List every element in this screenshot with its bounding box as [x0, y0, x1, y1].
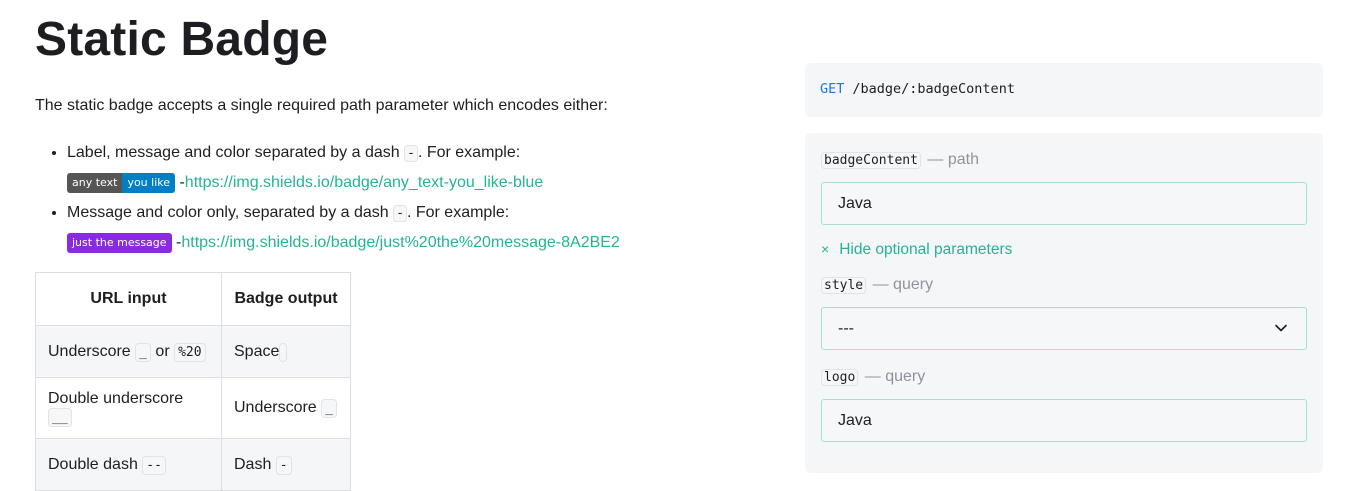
example-link[interactable]: https://img.shields.io/badge/any_text-yo… [185, 174, 543, 191]
hide-optional-toggle[interactable]: × Hide optional parameters [821, 241, 1012, 259]
http-method: GET [820, 81, 845, 97]
table-cell: Double dash -- [35, 438, 222, 491]
cell-code: _ [321, 399, 337, 418]
table-cell: Space [221, 325, 351, 378]
list-item: Message and color only, separated by a d… [67, 198, 735, 257]
table-row: Underscore _ or %20 Space [35, 325, 351, 378]
chevron-down-icon [1275, 324, 1287, 332]
cell-code: -- [142, 455, 166, 475]
intro-text: The static badge accepts a single requir… [35, 97, 608, 114]
list-item: Label, message and color separated by a … [67, 138, 735, 197]
table-row: Double underscore __ Underscore _ [35, 377, 351, 439]
param-kind: — query [864, 368, 926, 385]
badge-label: any text [67, 172, 123, 193]
table-cell: Double underscore __ [35, 377, 222, 439]
table-cell: Underscore _ or %20 [35, 325, 222, 378]
badge-message: just the message [67, 232, 172, 253]
dash-code: - [404, 145, 418, 162]
cell-code: _ [135, 342, 151, 362]
cell-text: Space [234, 342, 280, 360]
cell-code: %20 [174, 342, 206, 362]
param-name: style [821, 277, 867, 294]
logo-input[interactable]: Java [821, 399, 1307, 442]
cell-text: Dash [234, 455, 276, 473]
usage-list: Label, message and color separated by a … [35, 138, 735, 258]
badge-message: you like [122, 172, 176, 193]
table-cell: Underscore _ [221, 377, 351, 439]
table-cell: Dash - [221, 438, 351, 491]
endpoint-path: /badge/:badgeContent [852, 81, 1015, 97]
param-label-style: style — query [821, 276, 933, 294]
cell-code [279, 342, 288, 362]
table-header: URL input [35, 272, 222, 326]
param-label-logo: logo — query [821, 368, 925, 386]
param-name: badgeContent [821, 152, 921, 169]
cell-text: Double dash [48, 455, 143, 473]
escape-table: URL input Badge output Underscore _ or %… [35, 272, 351, 491]
parameters-panel: badgeContent — path Java × Hide optional … [805, 133, 1323, 473]
cell-text: Double underscore [48, 390, 184, 407]
param-name: logo [821, 369, 859, 386]
cell-text: or [150, 342, 175, 360]
style-select-value: --- [838, 320, 854, 337]
dash-code: - [393, 205, 407, 222]
cell-code: __ [48, 408, 72, 427]
param-label-badgecontent: badgeContent — path [821, 151, 979, 169]
toggle-label: Hide optional parameters [839, 241, 1013, 258]
example-link[interactable]: https://img.shields.io/badge/just%20the%… [181, 234, 619, 251]
bullet-text: Message and color only, separated by a d… [67, 204, 394, 221]
example-badge: just the message [67, 232, 172, 253]
param-kind: — path [927, 151, 979, 168]
endpoint-box: GET/badge/:badgeContent [805, 63, 1323, 117]
example-badge: any text you like [67, 172, 176, 193]
bullet-text-after: . For example: [406, 204, 510, 221]
page-title: Static Badge [35, 13, 329, 66]
table-header: Badge output [221, 272, 351, 326]
table-row: Double dash -- Dash - [35, 438, 351, 491]
badgecontent-input[interactable]: Java [821, 182, 1307, 225]
cell-text: Underscore [48, 342, 136, 360]
style-select[interactable]: --- [821, 307, 1307, 350]
bullet-text-after: . For example: [417, 144, 521, 161]
cell-code: - [275, 455, 292, 475]
param-kind: — query [872, 276, 934, 293]
close-icon: × [821, 241, 830, 257]
cell-text: Underscore [234, 399, 322, 416]
bullet-text: Label, message and color separated by a … [67, 144, 405, 161]
